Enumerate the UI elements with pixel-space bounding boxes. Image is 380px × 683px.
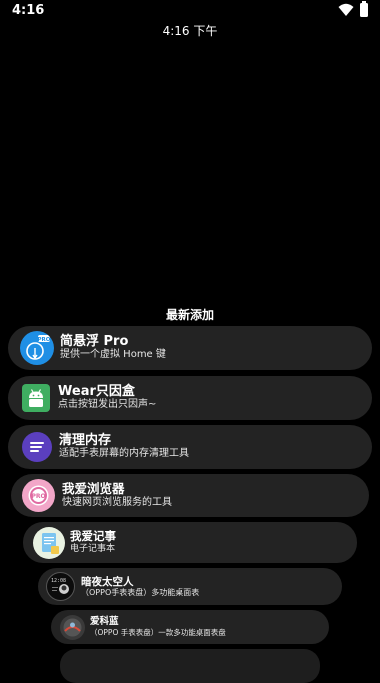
app-item-clean-memory[interactable]: 清理内存 适配手表屏幕的内存清理工具 xyxy=(8,425,372,469)
wifi-icon xyxy=(338,3,354,16)
app-title: 暗夜太空人 xyxy=(81,575,134,588)
astronaut-watchface-icon: 12:08 xyxy=(46,572,75,601)
app-subtitle: 适配手表屏幕的内存清理工具 xyxy=(59,448,189,460)
app-item-aikelan[interactable]: 爱科蓝 （OPPO 手表表盘）一款多功能桌面表盘 xyxy=(51,610,329,644)
browser-icon: PRO xyxy=(22,479,55,512)
app-title: 我爱记事 xyxy=(70,529,116,544)
app-item-browser[interactable]: PRO 我爱浏览器 快速网页浏览服务的工具 xyxy=(11,474,369,517)
svg-text:PRO: PRO xyxy=(38,337,51,343)
svg-text:PRO: PRO xyxy=(31,493,45,500)
status-time: 4:16 xyxy=(12,3,45,18)
memory-clean-icon xyxy=(22,432,52,462)
app-title: Wear只因盒 xyxy=(58,383,135,399)
app-item-floating-pro[interactable]: PRO 简悬浮 Pro 提供一个虚拟 Home 键 xyxy=(8,326,372,370)
app-subtitle: 点击按钮发出只因声~ xyxy=(58,399,157,411)
watchface-icon xyxy=(60,614,85,640)
app-item-partial[interactable] xyxy=(60,649,320,683)
app-title: 清理内存 xyxy=(59,432,112,448)
app-title: 我爱浏览器 xyxy=(62,481,125,497)
app-title: 爱科蓝 xyxy=(90,616,119,628)
floating-ball-icon: PRO xyxy=(20,331,54,365)
status-icons xyxy=(338,1,368,17)
android-icon xyxy=(22,384,50,412)
app-subtitle: 电子记事本 xyxy=(70,543,116,554)
section-title: 最新添加 xyxy=(165,308,214,322)
notes-icon xyxy=(33,526,65,559)
app-subtitle: 快速网页浏览服务的工具 xyxy=(62,496,172,508)
status-bar: 4:16 xyxy=(0,0,380,24)
app-subtitle: 提供一个虚拟 Home 键 xyxy=(60,349,166,361)
clock: 4:16 下午 xyxy=(162,24,218,38)
app-item-wear-box[interactable]: Wear只因盒 点击按钮发出只因声~ xyxy=(8,376,372,420)
app-item-astronaut[interactable]: 12:08 暗夜太空人 （OPPO手表表盘）多功能桌面表 xyxy=(38,568,342,605)
svg-text:12:08: 12:08 xyxy=(51,578,66,584)
battery-icon xyxy=(360,1,368,17)
app-item-notes[interactable]: 我爱记事 电子记事本 xyxy=(23,522,357,563)
app-title: 简悬浮 Pro xyxy=(60,333,129,349)
app-subtitle: （OPPO 手表表盘）一款多功能桌面表盘 xyxy=(90,627,226,637)
app-subtitle: （OPPO手表表盘）多功能桌面表 xyxy=(81,587,200,597)
